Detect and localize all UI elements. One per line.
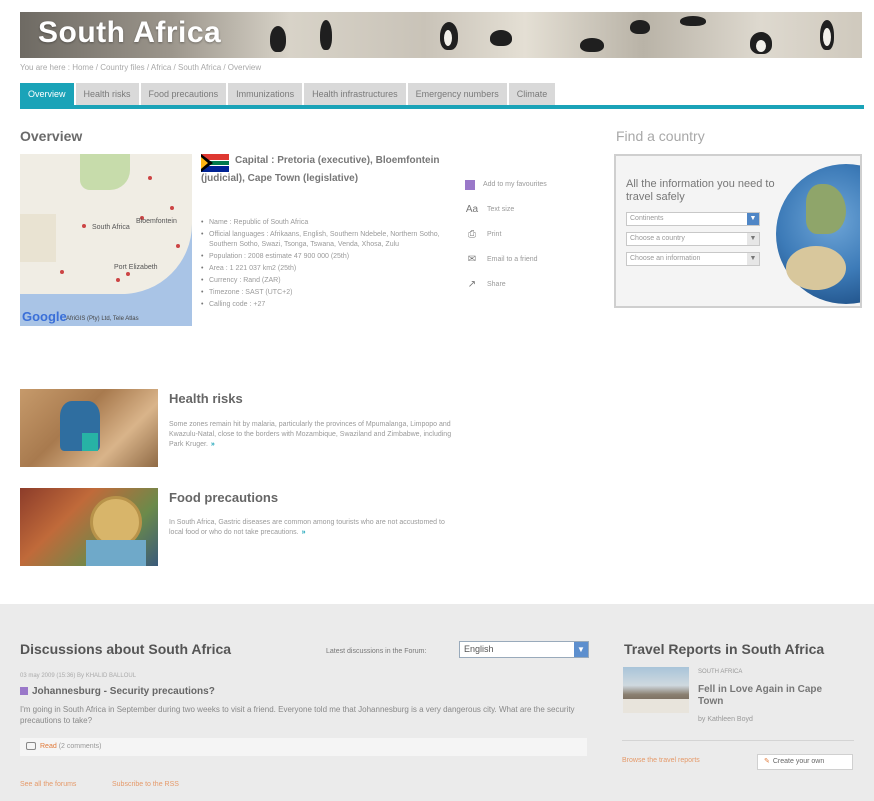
information-select[interactable]: Choose an information ▼ xyxy=(626,252,760,266)
food-precautions-title[interactable]: Food precautions xyxy=(169,490,278,505)
travel-report-headline[interactable]: Fell in Love Again in Cape Town xyxy=(698,684,848,708)
south-africa-flag-icon xyxy=(201,154,229,172)
forum-language-select[interactable]: English ▼ xyxy=(459,641,589,658)
post-icon xyxy=(20,687,28,696)
travel-report-image[interactable] xyxy=(623,667,689,713)
share-icon: ↗ xyxy=(467,279,477,290)
find-country-text: All the information you need to travel s… xyxy=(626,178,775,203)
tab-food-precautions[interactable]: Food precautions xyxy=(140,83,227,105)
food-precautions-image[interactable] xyxy=(20,488,158,566)
chevron-down-icon: ▼ xyxy=(574,642,588,657)
fact-item: Area : 1 221 037 km2 (25th) xyxy=(201,264,456,274)
text-size-icon: Aa xyxy=(465,204,479,215)
tab-health-infrastructures[interactable]: Health infrastructures xyxy=(304,83,406,105)
travel-reports-title: Travel Reports in South Africa xyxy=(624,641,825,657)
country-facts: Name : Republic of South Africa Official… xyxy=(201,218,456,312)
country-map[interactable]: South Africa Bloemfontein Port Elizabeth… xyxy=(20,154,192,326)
create-report-button[interactable]: ✎ Create your own xyxy=(757,754,853,770)
fact-item: Calling code : +27 xyxy=(201,300,456,310)
pencil-icon: ✎ xyxy=(764,758,770,765)
fact-item: Currency : Rand (ZAR) xyxy=(201,276,456,286)
tab-health-risks[interactable]: Health risks xyxy=(75,83,139,105)
text-size-button[interactable]: Aa Text size xyxy=(465,197,585,222)
globe-icon xyxy=(776,164,860,304)
health-risks-image[interactable] xyxy=(20,389,158,467)
chevron-down-icon: ▼ xyxy=(747,253,759,265)
share-button[interactable]: ↗ Share xyxy=(465,272,585,297)
read-link[interactable]: Read xyxy=(40,743,57,750)
country-select[interactable]: Choose a country ▼ xyxy=(626,232,760,246)
subscribe-rss-link[interactable]: Subscribe to the RSS xyxy=(112,781,179,788)
capital-heading: Capital : Pretoria (executive), Bloemfon… xyxy=(201,154,451,185)
find-country-box: All the information you need to travel s… xyxy=(614,154,862,308)
email-friend-button[interactable]: ✉ Email to a friend xyxy=(465,247,585,272)
tab-underline xyxy=(20,105,864,109)
map-label: Port Elizabeth xyxy=(114,264,158,271)
tab-bar: Overview Health risks Food precautions I… xyxy=(20,83,556,105)
capital-text: Capital : Pretoria (executive), Bloemfon… xyxy=(201,155,440,184)
banner: South Africa xyxy=(20,12,862,58)
see-all-forums-link[interactable]: See all the forums xyxy=(20,781,76,788)
page-title: South Africa xyxy=(38,16,222,49)
breadcrumb: You are here : Home / Country files / Af… xyxy=(20,63,262,72)
fact-item: Official languages : Afrikaans, English,… xyxy=(201,230,456,250)
latest-discussions-label: Latest discussions in the Forum: xyxy=(326,648,427,655)
read-more-icon[interactable]: » xyxy=(302,528,306,538)
health-risks-title[interactable]: Health risks xyxy=(169,391,243,406)
post-title[interactable]: Johannesburg - Security precautions? xyxy=(20,686,215,697)
add-to-favourites-button[interactable]: Add to my favourites xyxy=(465,172,585,197)
post-read-bar: Read (2 comments) xyxy=(20,738,587,756)
google-logo: Google xyxy=(22,309,67,324)
print-icon: ⎙ xyxy=(468,229,476,240)
comment-icon xyxy=(26,742,36,751)
find-country-title: Find a country xyxy=(616,128,705,144)
map-label: South Africa xyxy=(92,224,130,231)
favourite-icon xyxy=(465,179,475,190)
browse-travel-reports-link[interactable]: Browse the travel reports xyxy=(622,757,700,764)
print-button[interactable]: ⎙ Print xyxy=(465,222,585,247)
email-icon: ✉ xyxy=(467,254,477,265)
map-label: Bloemfontein xyxy=(136,218,177,225)
chevron-down-icon: ▼ xyxy=(747,233,759,245)
health-risks-text: Some zones remain hit by malaria, partic… xyxy=(169,421,452,450)
chevron-down-icon: ▼ xyxy=(747,213,759,225)
travel-report-author: by Kathleen Boyd xyxy=(698,716,753,723)
post-date: 03 may 2009 (15:36) By KHALID BALLOUL xyxy=(20,673,137,679)
post-text: I'm going in South Africa in September d… xyxy=(20,705,575,725)
divider xyxy=(622,740,854,741)
tab-overview[interactable]: Overview xyxy=(20,83,74,105)
map-credit: AfriGIS (Pty) Ltd, Tele Atlas xyxy=(66,316,139,322)
discussions-title: Discussions about South Africa xyxy=(20,641,232,657)
read-more-icon[interactable]: » xyxy=(211,440,215,450)
page-actions: Add to my favourites Aa Text size ⎙ Prin… xyxy=(465,172,585,297)
fact-item: Population : 2008 estimate 47 900 000 (2… xyxy=(201,252,456,262)
comment-count: (2 comments) xyxy=(58,743,102,750)
tab-immunizations[interactable]: Immunizations xyxy=(228,83,303,105)
travel-report-kicker: SOUTH AFRICA xyxy=(698,669,743,675)
fact-item: Name : Republic of South Africa xyxy=(201,218,456,228)
continent-select[interactable]: Continents ▼ xyxy=(626,212,760,226)
tab-emergency-numbers[interactable]: Emergency numbers xyxy=(407,83,507,105)
overview-title: Overview xyxy=(20,128,83,144)
food-precautions-text: In South Africa, Gastric diseases are co… xyxy=(169,519,445,538)
tab-climate[interactable]: Climate xyxy=(508,83,556,105)
fact-item: Timezone : SAST (UTC+2) xyxy=(201,288,456,298)
